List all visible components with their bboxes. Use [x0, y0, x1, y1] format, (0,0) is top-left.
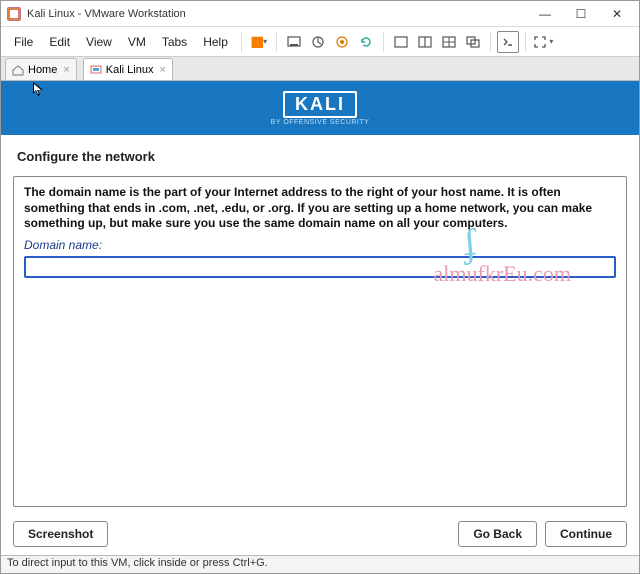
revert-icon[interactable] — [355, 31, 377, 53]
section-title: Configure the network — [17, 149, 627, 164]
tab-close-icon[interactable]: × — [63, 64, 69, 76]
statusbar: To direct input to this VM, click inside… — [1, 555, 639, 573]
pause-button[interactable]: ▮▮▾ — [248, 31, 270, 53]
description-text: The domain name is the part of your Inte… — [24, 185, 616, 232]
kali-logo: KALI — [283, 91, 357, 118]
domain-name-label: Domain name: — [24, 238, 616, 252]
separator — [241, 32, 242, 52]
titlebar: Kali Linux - VMware Workstation — ☐ ✕ — [1, 1, 639, 27]
kali-banner: KALI BY OFFENSIVE SECURITY — [1, 81, 639, 135]
button-row: Screenshot Go Back Continue — [1, 515, 639, 555]
menubar: File Edit View VM Tabs Help ▮▮▾ ▾ — [1, 27, 639, 57]
kali-subtitle: BY OFFENSIVE SECURITY — [271, 119, 370, 126]
menu-view[interactable]: View — [79, 35, 119, 49]
continue-button[interactable]: Continue — [545, 521, 627, 547]
menu-help[interactable]: Help — [196, 35, 235, 49]
separator — [525, 32, 526, 52]
snapshot-manager-icon[interactable] — [331, 31, 353, 53]
menu-file[interactable]: File — [7, 35, 40, 49]
form-box: The domain name is the part of your Inte… — [13, 176, 627, 507]
menu-edit[interactable]: Edit — [42, 35, 77, 49]
tab-kali[interactable]: Kali Linux × — [83, 58, 173, 80]
layout-split-icon[interactable] — [414, 31, 436, 53]
tab-home-label: Home — [28, 64, 57, 76]
close-button[interactable]: ✕ — [599, 1, 635, 27]
maximize-button[interactable]: ☐ — [563, 1, 599, 27]
status-hint: To direct input to this VM, click inside… — [7, 557, 268, 569]
tab-home[interactable]: Home × — [5, 58, 77, 80]
installer-content[interactable]: Configure the network The domain name is… — [1, 135, 639, 515]
tab-kali-label: Kali Linux — [106, 64, 154, 76]
layout-grid-icon[interactable] — [438, 31, 460, 53]
separator — [276, 32, 277, 52]
screenshot-button[interactable]: Screenshot — [13, 521, 108, 547]
minimize-button[interactable]: — — [527, 1, 563, 27]
layout-single-icon[interactable] — [390, 31, 412, 53]
home-icon — [12, 64, 24, 76]
fullscreen-icon[interactable]: ▾ — [532, 31, 554, 53]
tabbar: Home × Kali Linux × — [1, 57, 639, 81]
separator — [490, 32, 491, 52]
send-ctrl-alt-del-icon[interactable] — [283, 31, 305, 53]
window-title: Kali Linux - VMware Workstation — [27, 8, 527, 20]
separator — [383, 32, 384, 52]
unity-icon[interactable] — [462, 31, 484, 53]
menu-tabs[interactable]: Tabs — [155, 35, 194, 49]
vm-icon — [90, 64, 102, 76]
menu-vm[interactable]: VM — [121, 35, 153, 49]
domain-name-input[interactable] — [24, 256, 616, 278]
snapshot-icon[interactable] — [307, 31, 329, 53]
go-back-button[interactable]: Go Back — [458, 521, 537, 547]
app-icon — [7, 7, 21, 21]
tab-close-icon[interactable]: × — [159, 64, 165, 76]
app-window: Kali Linux - VMware Workstation — ☐ ✕ Fi… — [0, 0, 640, 574]
console-view-icon[interactable] — [497, 31, 519, 53]
